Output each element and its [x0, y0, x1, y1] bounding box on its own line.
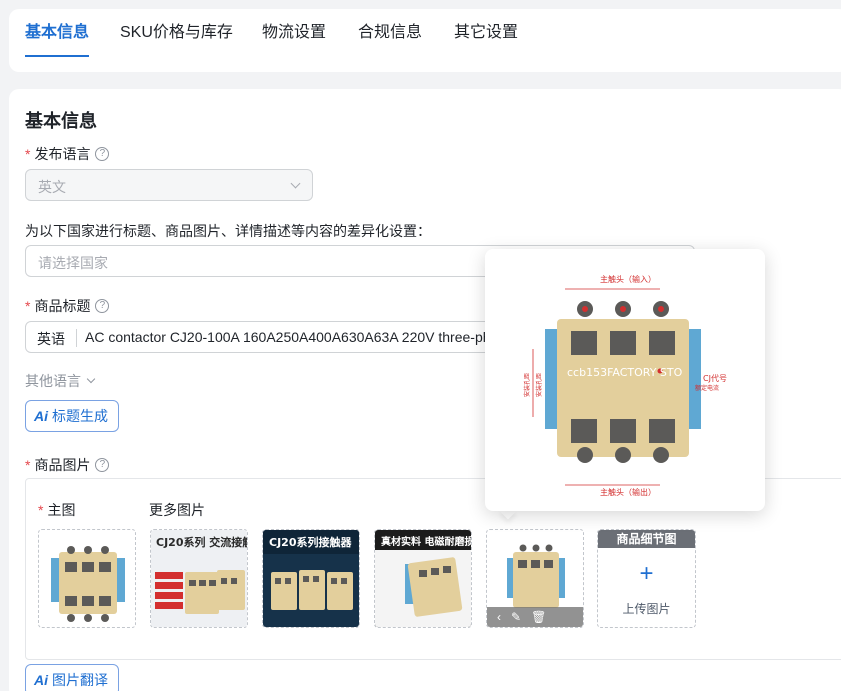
thumb-toolbar: ‹ ✎ 🗑 — [487, 607, 583, 627]
upload-header: 商品细节图 — [598, 530, 695, 548]
required-mark: * — [25, 298, 31, 314]
upload-detail-image[interactable]: 商品细节图 + 上传图片 — [597, 529, 696, 628]
product-image-large: 主触头（输入） ccb153FACTORY STO CJ代号 额定电流 安装孔距… — [523, 274, 727, 497]
country-select-placeholder: 请选择国家 — [38, 255, 108, 271]
product-image: 真材实料 电磁耐磨损 — [375, 530, 472, 627]
chevron-down-icon — [290, 178, 301, 189]
right-label: CJ代号 — [703, 373, 727, 383]
product-image: CJ20系列 交流接触器 — [151, 530, 248, 627]
main-image-label: * 主图 — [38, 502, 76, 518]
ai-icon: Ai — [34, 672, 48, 688]
thumb-caption: CJ20系列接触器 — [269, 535, 352, 549]
divider — [76, 329, 77, 347]
ai-title-generate-button[interactable]: Ai 标题生成 — [25, 400, 119, 432]
thumb-caption: 真材实料 电磁耐磨损 — [381, 535, 472, 548]
tab-compliance[interactable]: 合规信息 — [358, 18, 422, 42]
gallery-thumb-5[interactable]: ‹ ✎ 🗑 — [486, 529, 584, 628]
required-mark: * — [25, 146, 31, 162]
tab-basic-info[interactable]: 基本信息 — [25, 18, 89, 42]
country-diff-label: 为以下国家进行标题、商品图片、详情描述等内容的差异化设置： — [25, 223, 431, 239]
help-icon[interactable]: ? — [95, 147, 110, 161]
product-image — [51, 546, 125, 622]
left-label: 安装孔距 — [535, 373, 543, 397]
product-images-label: * 商品图片 ? — [25, 455, 110, 475]
top-label: 主触头（输入） — [600, 274, 656, 284]
active-tab-indicator — [25, 55, 89, 57]
gallery-thumb-3[interactable]: CJ20系列接触器 — [262, 529, 360, 628]
more-images-label: 更多图片 — [149, 502, 205, 518]
tab-logistics[interactable]: 物流设置 — [262, 18, 326, 42]
plus-icon: + — [639, 560, 654, 587]
watermark: ccb153FACTORY STO — [567, 366, 683, 379]
right-label-2: 额定电流 — [695, 384, 719, 392]
section-title: 基本信息 — [25, 111, 97, 131]
help-icon[interactable]: ? — [95, 299, 110, 313]
bottom-label: 主触头（输出） — [600, 487, 656, 497]
title-language-prefix: 英语 — [37, 331, 65, 347]
image-preview-popover: 主触头（输入） ccb153FACTORY STO CJ代号 额定电流 安装孔距… — [485, 249, 765, 511]
chevron-down-icon — [86, 374, 96, 384]
gallery-thumb-2[interactable]: CJ20系列 交流接触器 — [150, 529, 248, 628]
tab-other-settings[interactable]: 其它设置 — [454, 18, 518, 42]
product-title-label: * 商品标题 ? — [25, 296, 110, 316]
ai-icon: Ai — [34, 408, 48, 424]
publish-language-label: * 发布语言 ? — [25, 144, 110, 164]
required-mark: * — [25, 457, 31, 473]
help-icon[interactable]: ? — [95, 458, 110, 472]
tab-sku-price-stock[interactable]: SKU价格与库存 — [120, 18, 233, 42]
edit-icon[interactable]: ✎ — [511, 610, 521, 624]
delete-icon[interactable]: 🗑 — [531, 610, 546, 624]
chevron-left-icon[interactable]: ‹ — [497, 610, 501, 624]
product-title-value: AC contactor CJ20-100A 160A250A400A630A6… — [85, 329, 514, 345]
publish-language-value: 英文 — [38, 179, 66, 195]
thumb-caption: CJ20系列 交流接触器 — [156, 535, 248, 549]
left-label: 安装孔距 — [523, 373, 531, 397]
other-languages-toggle[interactable]: 其他语言 — [25, 371, 96, 391]
upload-label: 上传图片 — [622, 602, 671, 616]
main-image-thumb[interactable] — [38, 529, 136, 628]
ai-image-translate-button[interactable]: Ai 图片翻译 — [25, 664, 119, 691]
publish-language-select[interactable]: 英文 — [25, 169, 313, 201]
product-image: CJ20系列接触器 — [263, 530, 359, 627]
gallery-thumb-4[interactable]: 真材实料 电磁耐磨损 — [374, 529, 472, 628]
